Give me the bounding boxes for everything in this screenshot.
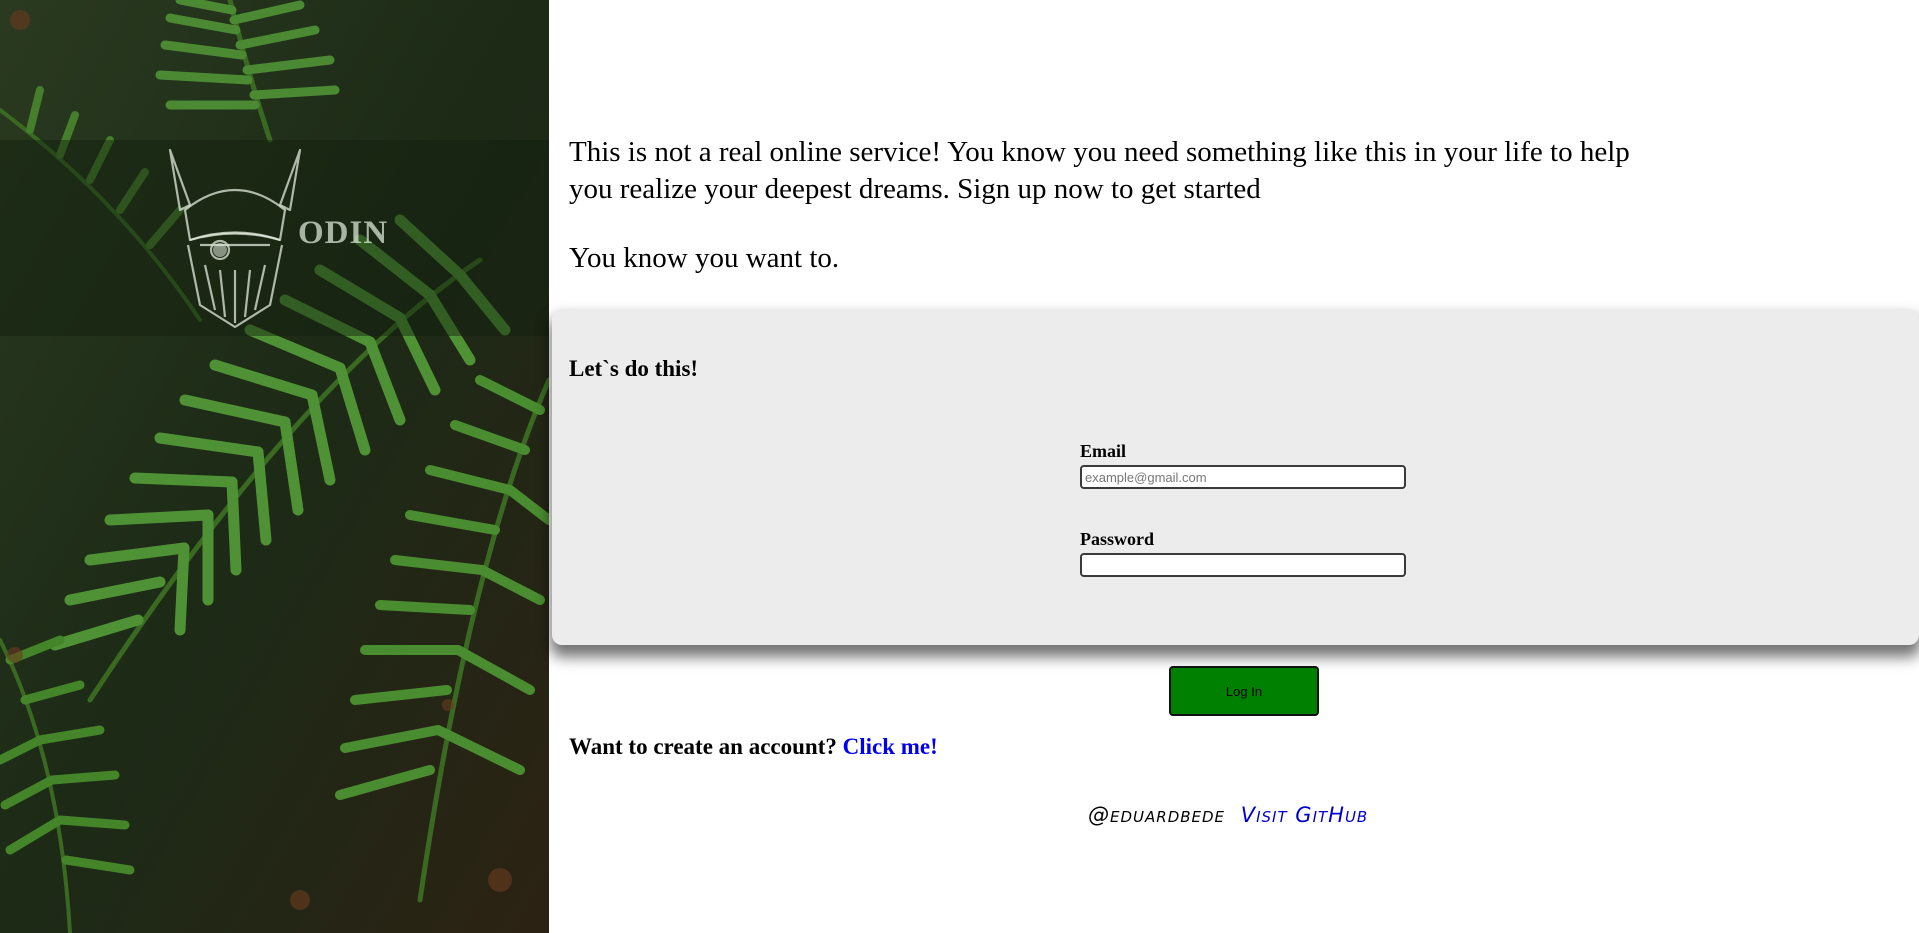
signup-prompt: Want to create an account? Click me! — [569, 734, 938, 760]
intro: This is not a real online service! You k… — [569, 134, 1669, 277]
footer-handle: @eduardbede — [1088, 803, 1226, 827]
password-label: Password — [1080, 529, 1155, 549]
github-link[interactable]: Visit GitHub — [1241, 803, 1369, 827]
signup-prompt-text: Want to create an account? — [569, 734, 837, 759]
email-field[interactable] — [1080, 465, 1406, 489]
viking-helmet-icon — [168, 148, 302, 329]
password-field[interactable] — [1080, 553, 1406, 577]
login-button[interactable]: Log In — [1169, 666, 1319, 716]
email-label: Email — [1080, 441, 1127, 461]
login-form: Let`s do this! Email Password — [552, 309, 1919, 645]
form-title: Let`s do this! — [569, 356, 699, 381]
side-panel: ODIN — [0, 0, 549, 933]
footer: @eduardbede Visit GitHub — [1088, 803, 1368, 827]
brand-name: ODIN — [298, 215, 389, 251]
page: ODIN This is not a real online service! … — [0, 0, 1919, 933]
signup-link[interactable]: Click me! — [843, 734, 938, 759]
intro-tagline: You know you want to. — [569, 242, 840, 274]
intro-paragraph: This is not a real online service! You k… — [569, 136, 1630, 205]
